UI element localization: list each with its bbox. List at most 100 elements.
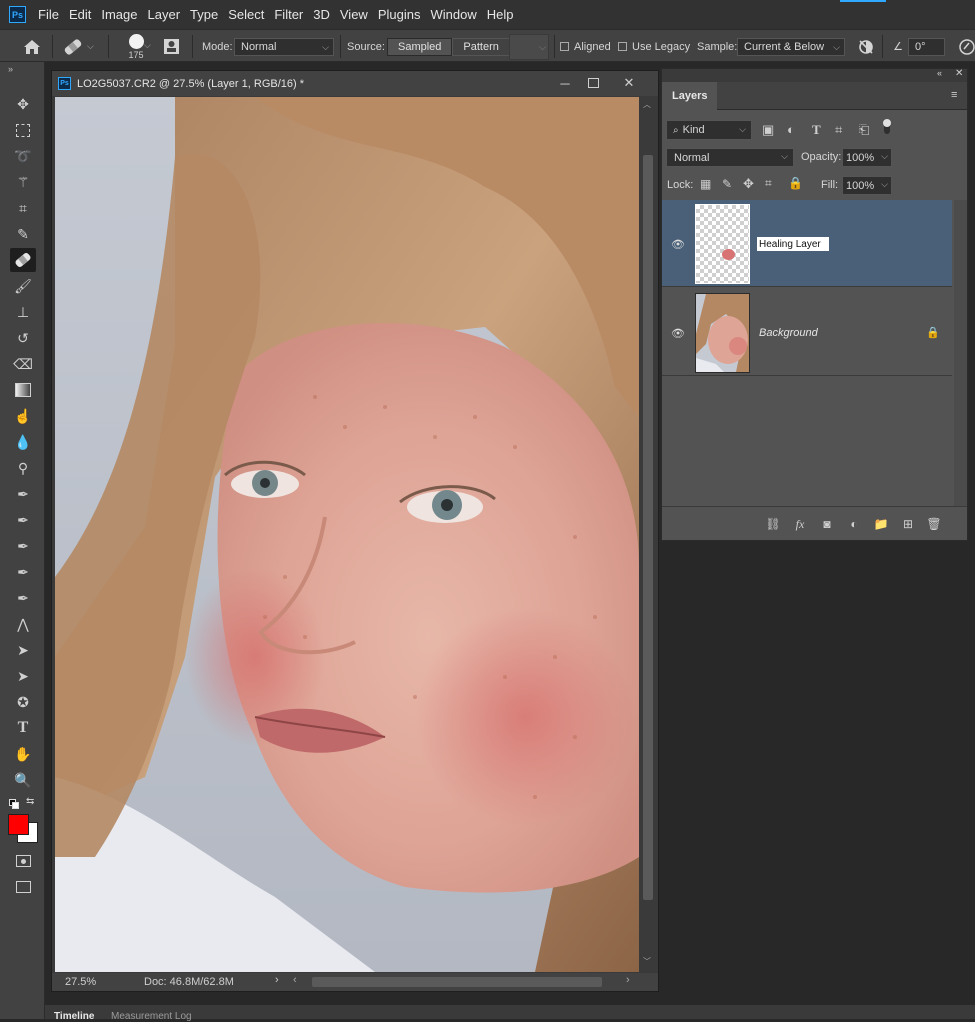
horizontal-scroll-thumb[interactable]: [312, 977, 602, 987]
path-selection-tool[interactable]: ➤: [10, 638, 36, 662]
foreground-color-swatch[interactable]: [8, 814, 29, 835]
ignore-adjustment-layers-button[interactable]: [855, 30, 877, 63]
dodge-tool[interactable]: ⚲: [10, 456, 36, 480]
swap-colors-icon[interactable]: ⇆: [26, 796, 34, 807]
eyedropper-tool[interactable]: ✎: [10, 222, 36, 246]
vertical-scroll-thumb[interactable]: [643, 155, 653, 900]
filter-kind-select[interactable]: ⌕ Kind ⌵: [666, 120, 752, 140]
menu-type[interactable]: Type: [190, 7, 218, 22]
use-legacy-option[interactable]: Use Legacy: [618, 30, 690, 63]
lock-icon[interactable]: 🔒: [926, 326, 940, 339]
menu-image[interactable]: Image: [101, 7, 137, 22]
move-tool[interactable]: ✥: [10, 92, 36, 116]
menu-plugins[interactable]: Plugins: [378, 7, 421, 22]
lasso-tool[interactable]: ➰: [10, 144, 36, 168]
tab-layers[interactable]: Layers: [662, 82, 718, 110]
zoom-tool[interactable]: 🔍: [10, 768, 36, 792]
minimize-button[interactable]: ─: [557, 75, 573, 91]
gradient-tool[interactable]: [10, 378, 36, 402]
delete-layer-trash-icon[interactable]: 🗑: [926, 516, 942, 532]
menu-view[interactable]: View: [340, 7, 368, 22]
blend-mode-select[interactable]: Normal ⌵: [666, 148, 794, 167]
lock-image-brush-icon[interactable]: ✎: [722, 177, 732, 191]
document-tab[interactable]: Ps LO2G5037.CR2 @ 27.5% (Layer 1, RGB/16…: [52, 71, 658, 96]
link-layers-icon[interactable]: ⛓: [765, 516, 781, 532]
scroll-down-icon[interactable]: ﹀: [643, 956, 651, 967]
lock-artboard-icon[interactable]: ⌗: [765, 176, 772, 191]
mode-select[interactable]: Normal ⌵: [234, 37, 334, 56]
aligned-checkbox[interactable]: [560, 42, 569, 51]
clone-stamp-tool[interactable]: ⊥: [10, 300, 36, 324]
filter-pixel-icon[interactable]: ▣: [762, 122, 774, 138]
layer-row-healing-layer[interactable]: 👁 Healing Layer: [662, 200, 952, 287]
filter-toggle[interactable]: [883, 119, 891, 134]
tool-preset-picker[interactable]: ⌵: [62, 30, 102, 63]
marquee-tool[interactable]: [10, 118, 36, 142]
menu-select[interactable]: Select: [228, 7, 264, 22]
eraser-tool[interactable]: ⌫: [10, 352, 36, 376]
expand-toolbar-icon[interactable]: »: [8, 64, 13, 74]
menu-file[interactable]: File: [38, 7, 59, 22]
scroll-right-icon[interactable]: ›: [626, 974, 630, 986]
scroll-left-icon[interactable]: ‹: [293, 974, 297, 986]
type-tool[interactable]: T: [10, 716, 36, 740]
new-group-folder-icon[interactable]: 📁: [873, 516, 889, 532]
quick-mask-button[interactable]: [10, 849, 36, 873]
pattern-picker[interactable]: ⌵: [509, 33, 549, 60]
opacity-input[interactable]: 100% ⌵: [842, 148, 892, 167]
sample-select[interactable]: Current & Below ⌵: [737, 37, 845, 56]
tab-measurement-log[interactable]: Measurement Log: [111, 1011, 192, 1022]
eye-icon[interactable]: 👁: [671, 239, 685, 251]
menu-layer[interactable]: Layer: [148, 7, 181, 22]
zoom-level[interactable]: 27.5%: [65, 976, 103, 988]
filter-adjustment-icon[interactable]: ◐: [787, 122, 795, 137]
menu-3d[interactable]: 3D: [313, 7, 330, 22]
screen-mode-button[interactable]: [10, 875, 36, 899]
new-layer-icon[interactable]: ⊞: [900, 516, 916, 532]
aligned-option[interactable]: Aligned: [560, 30, 611, 63]
direct-selection-tool[interactable]: ➤: [10, 664, 36, 688]
eye-icon[interactable]: 👁: [671, 328, 685, 340]
layer-row-background[interactable]: 👁 Background 🔒: [662, 289, 952, 376]
default-colors-icon[interactable]: [9, 799, 19, 809]
convert-point-tool[interactable]: ⋀: [10, 612, 36, 636]
magic-wand-tool[interactable]: ⚚: [10, 170, 36, 194]
menu-window[interactable]: Window: [430, 7, 476, 22]
lock-position-icon[interactable]: ✥: [743, 176, 754, 192]
blur-tool[interactable]: 💧: [10, 430, 36, 454]
add-mask-icon[interactable]: ◙: [819, 516, 835, 532]
source-pattern-button[interactable]: Pattern: [452, 37, 510, 56]
hand-tool[interactable]: ✋: [10, 742, 36, 766]
chevron-down-icon[interactable]: ⌵: [144, 40, 151, 51]
pressure-button[interactable]: [958, 30, 975, 63]
close-button[interactable]: ✕: [621, 75, 637, 91]
vertical-scrollbar[interactable]: ︿ ﹀: [640, 97, 656, 972]
layer-name-input[interactable]: Healing Layer: [757, 237, 829, 251]
panel-menu-icon[interactable]: ≡: [951, 89, 957, 101]
image-canvas[interactable]: [55, 97, 639, 972]
angle-input[interactable]: 0°: [908, 37, 945, 56]
lock-all-icon[interactable]: 🔒: [788, 176, 803, 190]
curvature-pen-tool[interactable]: ✒: [10, 534, 36, 558]
fill-input[interactable]: 100% ⌵: [842, 176, 892, 195]
filter-shape-icon[interactable]: ⌗: [835, 122, 842, 138]
menu-filter[interactable]: Filter: [274, 7, 303, 22]
menu-edit[interactable]: Edit: [69, 7, 91, 22]
lock-transparent-icon[interactable]: ▦: [700, 177, 711, 191]
use-legacy-checkbox[interactable]: [618, 42, 627, 51]
custom-shape-tool[interactable]: ✪: [10, 690, 36, 714]
clone-source-panel-button[interactable]: [163, 30, 185, 63]
history-brush-tool[interactable]: ↺: [10, 326, 36, 350]
status-menu-arrow-icon[interactable]: ›: [275, 974, 279, 986]
adjustment-layer-icon[interactable]: ◐: [846, 516, 862, 532]
delete-anchor-tool[interactable]: ✒: [10, 586, 36, 610]
collapse-panel-icon[interactable]: «: [937, 68, 942, 78]
maximize-button[interactable]: [585, 75, 601, 91]
smudge-tool[interactable]: ☝: [10, 404, 36, 428]
freeform-pen-tool[interactable]: ✒: [10, 508, 36, 532]
scroll-up-icon[interactable]: ︿: [643, 99, 651, 110]
menu-help[interactable]: Help: [487, 7, 514, 22]
home-button[interactable]: [20, 30, 44, 63]
crop-tool[interactable]: ⌗: [10, 196, 36, 220]
source-sampled-button[interactable]: Sampled: [387, 37, 453, 56]
